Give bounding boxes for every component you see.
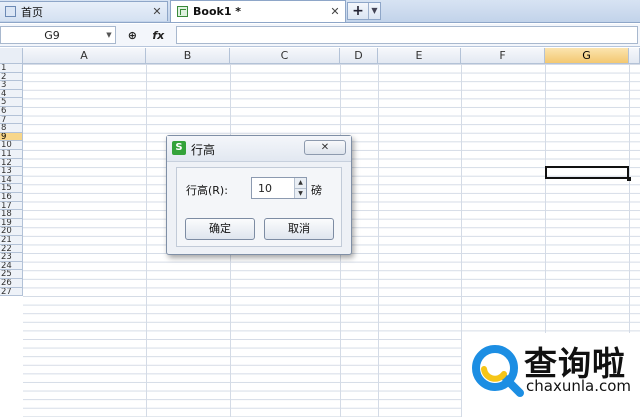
row-header-5[interactable]: 5 — [0, 98, 23, 107]
row-height-label: 行高(R): — [186, 184, 228, 197]
grid-line — [378, 64, 379, 417]
zoom-icon[interactable]: ⊕ — [128, 29, 137, 42]
tab-bar: 首页 ✕ Book1 * ✕ + ▼ — [0, 0, 640, 23]
ok-button[interactable]: 确定 — [185, 218, 255, 240]
active-cell-g9[interactable] — [545, 166, 631, 181]
row-header-7[interactable]: 7 — [0, 115, 23, 125]
tab-book1[interactable]: Book1 * ✕ — [170, 0, 346, 22]
row-header-13[interactable]: 13 — [0, 167, 23, 176]
column-header-d[interactable]: D — [340, 48, 378, 64]
formula-bar: G9 ▼ ⊕ fx — [0, 24, 640, 47]
name-box-value[interactable]: G9 — [1, 29, 103, 42]
cancel-button[interactable]: 取消 — [264, 218, 334, 240]
row-header-17[interactable]: 17 — [0, 201, 23, 211]
insert-function-icon[interactable]: fx — [152, 29, 164, 42]
spreadsheet-icon — [177, 6, 188, 17]
row-header-24[interactable]: 24 — [0, 261, 23, 271]
spin-down-icon[interactable]: ▼ — [295, 188, 306, 198]
row-header-3[interactable]: 3 — [0, 81, 23, 90]
grid-line — [146, 64, 147, 417]
row-header-8[interactable]: 8 — [0, 124, 23, 133]
row-header-16[interactable]: 16 — [0, 193, 23, 202]
plus-icon[interactable]: + — [348, 3, 369, 19]
column-header-h[interactable] — [629, 48, 640, 64]
row-header-27[interactable]: 27 — [0, 287, 23, 297]
watermark-domain: chaxunla.com — [526, 377, 631, 395]
row-header-15[interactable]: 15 — [0, 184, 23, 193]
close-button[interactable]: ✕ — [304, 140, 346, 155]
row-header-4[interactable]: 4 — [0, 89, 23, 99]
dialog-title-bar[interactable]: S 行高 ✕ — [167, 136, 351, 162]
dialog-body: 行高(R): 10 ▲ ▼ 磅 确定 取消 — [176, 167, 342, 247]
tab-label: 首页 — [21, 5, 43, 19]
row-header-22[interactable]: 22 — [0, 244, 23, 254]
unit-label: 磅 — [311, 184, 322, 197]
dialog-title: 行高 — [191, 143, 216, 157]
column-header-f[interactable]: F — [461, 48, 545, 64]
column-header-c[interactable]: C — [230, 48, 340, 64]
spin-up-icon[interactable]: ▲ — [295, 178, 306, 189]
row-height-input[interactable]: 10 ▲ ▼ — [251, 177, 307, 199]
tab-home[interactable]: 首页 ✕ — [0, 1, 168, 21]
row-header-9[interactable]: 9 — [0, 132, 23, 142]
row-height-value[interactable]: 10 — [252, 182, 294, 195]
select-all-corner[interactable] — [0, 48, 23, 64]
row-header-19[interactable]: 19 — [0, 218, 23, 228]
row-height-stepper[interactable]: ▲ ▼ — [294, 178, 306, 198]
row-header-14[interactable]: 14 — [0, 175, 23, 185]
chaxunla-logo-icon — [472, 345, 524, 397]
row-header-25[interactable]: 25 — [0, 270, 23, 279]
close-icon[interactable]: ✕ — [150, 5, 164, 18]
new-tab-button[interactable]: + ▼ — [347, 2, 381, 20]
formula-tools: ⊕ fx — [120, 26, 172, 44]
row-header-23[interactable]: 23 — [0, 253, 23, 262]
row-header-21[interactable]: 21 — [0, 236, 23, 245]
row-header-11[interactable]: 11 — [0, 150, 23, 159]
watermark: 查询啦 chaxunla.com — [462, 333, 640, 417]
row-height-dialog: S 行高 ✕ 行高(R): 10 ▲ ▼ 磅 确定 取消 — [166, 135, 352, 255]
tab-label: Book1 * — [193, 5, 242, 18]
row-header-12[interactable]: 12 — [0, 158, 23, 168]
row-header-26[interactable]: 26 — [0, 279, 23, 288]
wps-logo-icon: S — [172, 141, 186, 155]
row-header-10[interactable]: 10 — [0, 141, 23, 150]
name-box[interactable]: G9 ▼ — [0, 26, 116, 44]
close-icon[interactable]: ✕ — [328, 5, 342, 18]
row-header-6[interactable]: 6 — [0, 107, 23, 116]
row-header-20[interactable]: 20 — [0, 227, 23, 236]
column-header-a[interactable]: A — [23, 48, 146, 64]
column-header-e[interactable]: E — [378, 48, 461, 64]
row-header-2[interactable]: 2 — [0, 72, 23, 82]
column-header-g[interactable]: G — [545, 48, 629, 64]
chevron-down-icon[interactable]: ▼ — [369, 3, 380, 19]
home-icon — [5, 6, 16, 17]
formula-input[interactable] — [176, 26, 638, 44]
row-header-1[interactable]: 1 — [0, 64, 23, 73]
chevron-down-icon[interactable]: ▼ — [103, 31, 115, 39]
column-header-row: A B C D E F G — [0, 48, 640, 64]
column-header-b[interactable]: B — [146, 48, 230, 64]
row-header-18[interactable]: 18 — [0, 210, 23, 219]
